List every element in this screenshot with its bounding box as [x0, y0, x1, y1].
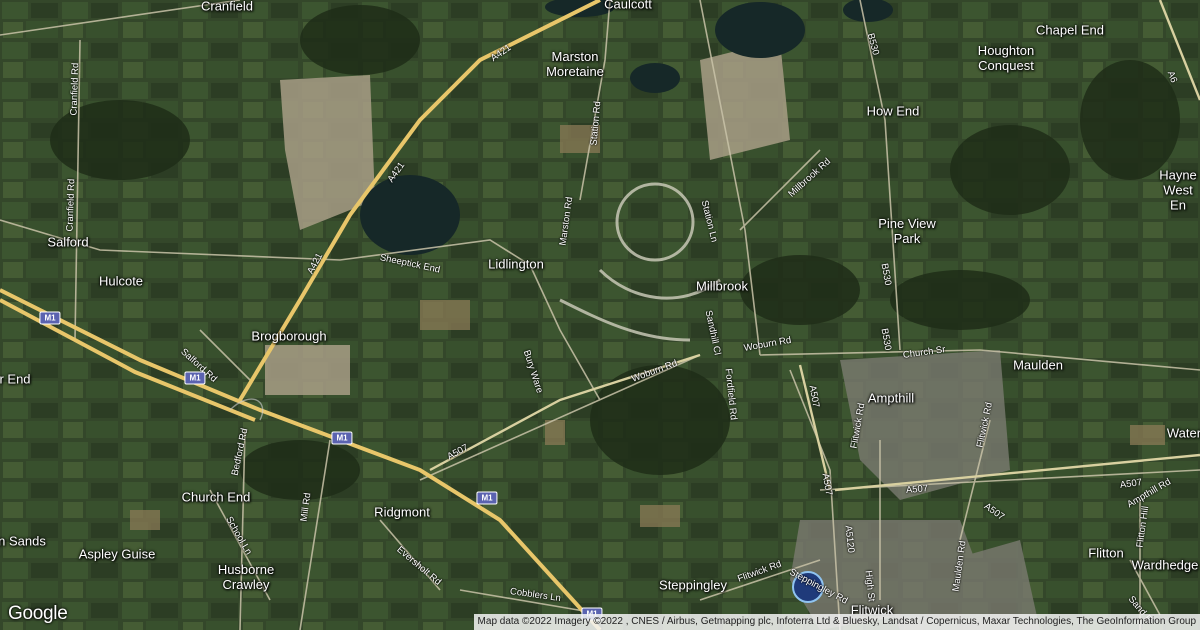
- motorway-shield-m1: M1: [184, 371, 206, 385]
- map-attribution[interactable]: Map data ©2022 Imagery ©2022 , CNES / Ai…: [473, 614, 1200, 630]
- place-label-salford: Salford: [47, 234, 89, 250]
- motorway-shield-m1: M1: [331, 431, 353, 445]
- motorway-shield-m1: M1: [476, 491, 498, 505]
- place-label-r-end: r End: [0, 371, 31, 387]
- place-label-church-end: Church End: [181, 489, 251, 505]
- place-label-water: Water: [1166, 425, 1200, 441]
- place-label-millbrook: Millbrook: [695, 278, 749, 294]
- place-label-flitton: Flitton: [1088, 545, 1124, 561]
- place-label-ampthill: Ampthill: [867, 390, 915, 406]
- place-label-haynes-west-end: Hayne West En: [1159, 167, 1197, 213]
- road-label-cranfield-rd-1: Cranfield Rd: [68, 62, 82, 116]
- place-label-lidlington: Lidlington: [488, 256, 544, 272]
- place-label-caulcott: Caulcott: [604, 0, 652, 12]
- place-label-chapel-end: Chapel End: [1036, 22, 1104, 38]
- place-label-hulcote: Hulcote: [98, 273, 144, 289]
- road-label-cranfield-rd-2: Cranfield Rd: [64, 178, 78, 232]
- place-label-husborne-crawley: Husborne Crawley: [217, 562, 275, 592]
- satellite-map[interactable]: Cranfield Caulcott Marston Moretaine Cha…: [0, 0, 1200, 630]
- place-label-wardhedge: Wardhedge: [1131, 557, 1199, 573]
- place-label-n-sands: n Sands: [0, 533, 46, 549]
- place-label-ridgmont: Ridgmont: [374, 504, 430, 520]
- satellite-imagery: [0, 0, 1200, 630]
- place-label-how-end: How End: [866, 103, 920, 119]
- motorway-shield-m1: M1: [39, 311, 61, 325]
- place-label-houghton-conquest: Houghton Conquest: [977, 43, 1035, 73]
- place-label-aspley-guise: Aspley Guise: [78, 546, 156, 562]
- place-label-brogborough: Brogborough: [251, 328, 327, 344]
- place-label-pine-view-park: Pine View Park: [878, 216, 936, 246]
- place-label-marston-moretaine: Marston Moretaine: [546, 49, 604, 79]
- place-label-cranfield: Cranfield: [200, 0, 254, 14]
- place-label-steppingley: Steppingley: [659, 577, 727, 593]
- place-label-maulden: Maulden: [1013, 357, 1063, 373]
- road-label-a507-4: A507: [905, 483, 929, 496]
- google-logo: Google: [8, 603, 68, 624]
